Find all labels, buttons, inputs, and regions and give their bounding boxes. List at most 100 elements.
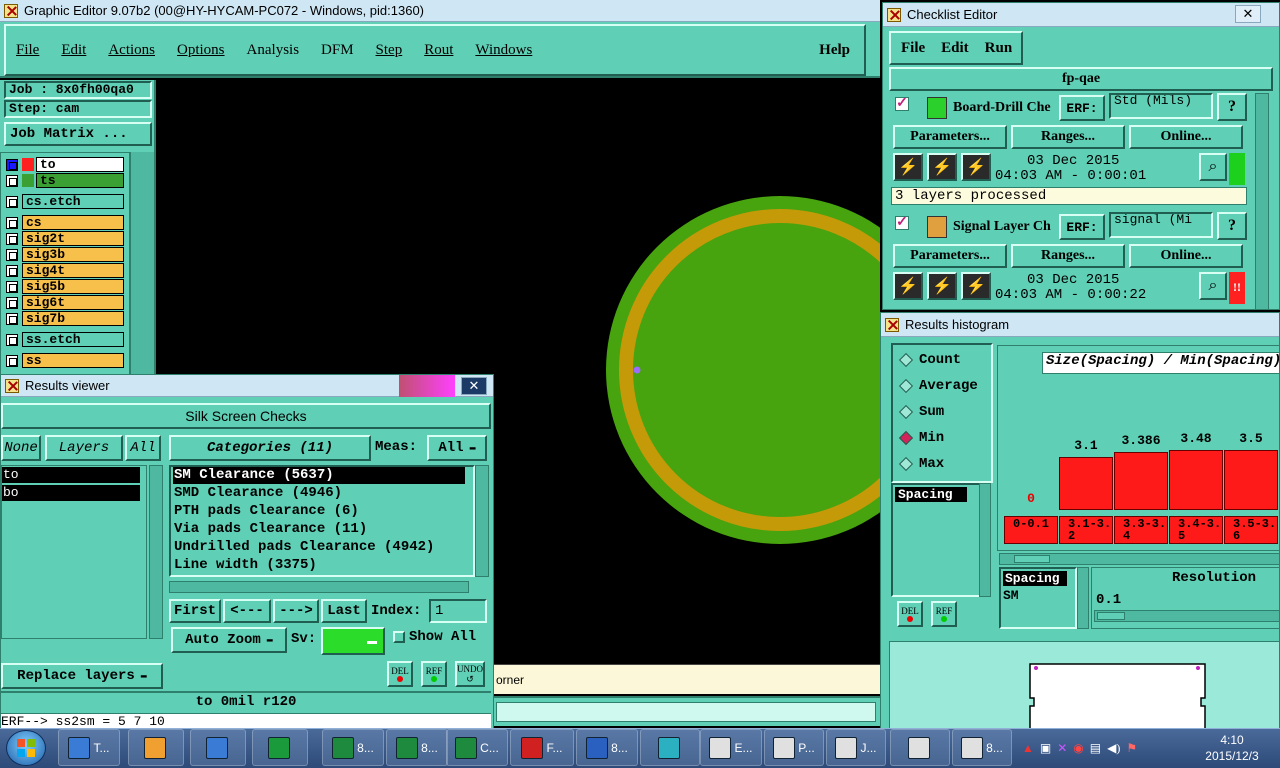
help-button[interactable]: ? xyxy=(1217,212,1247,240)
histogram-bar[interactable] xyxy=(1059,457,1113,510)
flag-icon[interactable]: ▲ xyxy=(1022,741,1034,756)
layer-row-cs.etch[interactable]: cs.etch xyxy=(6,194,124,209)
categories-button[interactable]: Categories (11) xyxy=(169,435,371,461)
layer-scroll[interactable] xyxy=(130,152,154,380)
ranges-button[interactable]: Ranges... xyxy=(1011,125,1125,149)
taskbar-button[interactable] xyxy=(252,729,308,766)
run-icon[interactable]: ⚡ xyxy=(893,153,923,181)
taskbar-button[interactable]: E... xyxy=(700,729,762,766)
app-tray-icon[interactable]: ◉ xyxy=(1073,741,1083,756)
checklist-menu-run[interactable]: Run xyxy=(985,40,1013,57)
resolution-slider[interactable] xyxy=(1094,610,1279,622)
layer-checkbox[interactable] xyxy=(6,280,18,293)
erf-value-field[interactable]: signal (Mi xyxy=(1109,212,1213,238)
category-item[interactable]: Via pads Clearance (11) xyxy=(173,521,465,538)
layer-checkbox[interactable] xyxy=(6,296,18,309)
menu-file[interactable]: File xyxy=(16,42,39,59)
category-item[interactable]: SM Clearance (5637) xyxy=(173,467,465,484)
rv-layer-to[interactable]: to xyxy=(2,467,140,483)
action-checkbox[interactable]: ✓ xyxy=(895,216,909,230)
stop-icon[interactable]: ⚡ xyxy=(961,272,991,300)
layer-row-sig5b[interactable]: sig5b xyxy=(6,279,124,294)
layer-checkbox[interactable] xyxy=(6,232,18,245)
results-viewer-titlebar[interactable]: Results viewer ✕ xyxy=(1,375,493,397)
hist-ref-button[interactable]: REF xyxy=(931,601,957,627)
monitor-icon[interactable]: ▤ xyxy=(1090,741,1101,756)
run-all-icon[interactable]: ⚡ xyxy=(927,272,957,300)
job-matrix-button[interactable]: Job Matrix ... xyxy=(4,122,152,146)
taskbar-button[interactable] xyxy=(890,729,950,766)
main-titlebar[interactable]: Graphic Editor 9.07b2 (00@HY-HYCAM-PC072… xyxy=(0,0,880,22)
magnify-icon[interactable]: ⌕ xyxy=(1199,153,1227,181)
menu-actions[interactable]: Actions xyxy=(108,42,155,59)
erf-value-field[interactable]: Std (Mils) xyxy=(1109,93,1213,119)
taskbar-button[interactable]: 8... xyxy=(576,729,638,766)
erf-button[interactable]: ERF: xyxy=(1059,95,1105,121)
menu-step[interactable]: Step xyxy=(376,42,403,59)
layer-row-sig4t[interactable]: sig4t xyxy=(6,263,124,278)
show-all-checkbox[interactable] xyxy=(393,631,405,643)
layer-checkbox[interactable] xyxy=(6,195,18,208)
layer-checkbox[interactable] xyxy=(6,248,18,261)
taskbar-button[interactable]: F... xyxy=(510,729,574,766)
parameters-button[interactable]: Parameters... xyxy=(893,244,1007,268)
network-icon[interactable]: ▣ xyxy=(1040,741,1051,756)
category-vscroll[interactable] xyxy=(475,465,489,577)
run-icon[interactable]: ⚡ xyxy=(893,272,923,300)
chart-hscroll[interactable] xyxy=(999,553,1279,565)
histogram-list-scroll[interactable] xyxy=(979,483,991,597)
taskbar-button[interactable]: P... xyxy=(764,729,824,766)
stop-icon[interactable]: ⚡ xyxy=(961,153,991,181)
layer-checkbox[interactable] xyxy=(6,333,18,346)
erf-button[interactable]: ERF: xyxy=(1059,214,1105,240)
taskbar-button[interactable]: J... xyxy=(826,729,886,766)
category-item[interactable]: SMD Clearance (4946) xyxy=(173,485,465,502)
category-item[interactable]: Line width (3375) xyxy=(173,557,465,574)
magnify-icon[interactable]: ⌕ xyxy=(1199,272,1227,300)
clock[interactable]: 4:10 2015/12/3 xyxy=(1192,732,1272,766)
layer-row-to[interactable]: to xyxy=(6,157,124,172)
layer-row-cs[interactable]: cs xyxy=(6,215,124,230)
mode-max-radio[interactable]: Max xyxy=(893,451,991,477)
all-button[interactable]: All xyxy=(125,435,161,461)
layer-row-sig3b[interactable]: sig3b xyxy=(6,247,124,262)
histogram-bar[interactable] xyxy=(1114,452,1168,510)
run-all-icon[interactable]: ⚡ xyxy=(927,153,957,181)
layer-row-sig6t[interactable]: sig6t xyxy=(6,295,124,310)
del-button[interactable]: DEL xyxy=(387,661,413,687)
online-button[interactable]: Online... xyxy=(1129,125,1243,149)
taskbar-button[interactable]: T... xyxy=(58,729,120,766)
menu-windows[interactable]: Windows xyxy=(475,42,532,59)
action-checkbox[interactable]: ✓ xyxy=(895,97,909,111)
mode-sum-radio[interactable]: Sum xyxy=(893,399,991,425)
last-button[interactable]: Last xyxy=(321,599,367,623)
index-input[interactable]: 1 xyxy=(429,599,487,623)
checklist-menu-file[interactable]: File xyxy=(901,40,925,57)
layer-checkbox[interactable] xyxy=(6,354,18,367)
undo-button[interactable]: UNDO ↺ xyxy=(455,661,485,687)
action-center-icon[interactable]: ⚑ xyxy=(1126,741,1137,756)
menu-analysis[interactable]: Analysis xyxy=(247,42,300,59)
category-hscroll[interactable] xyxy=(169,581,469,593)
menu-options[interactable]: Options xyxy=(177,42,225,59)
checklist-titlebar[interactable]: Checklist Editor ✕ xyxy=(883,3,1279,27)
taskbar-button[interactable] xyxy=(128,729,184,766)
layer-row-ss[interactable]: ss xyxy=(6,353,124,368)
layer-checkbox[interactable] xyxy=(6,174,18,187)
lower-list-sm[interactable]: SM xyxy=(1003,588,1075,603)
parameters-button[interactable]: Parameters... xyxy=(893,125,1007,149)
histogram-list-item[interactable]: Spacing xyxy=(895,487,967,502)
histogram-bar[interactable] xyxy=(1224,450,1278,510)
none-button[interactable]: None xyxy=(1,435,41,461)
prev-button[interactable]: <--- xyxy=(223,599,271,623)
help-button[interactable]: ? xyxy=(1217,93,1247,121)
checklist-menu-edit[interactable]: Edit xyxy=(941,40,969,57)
layers-button[interactable]: Layers xyxy=(45,435,123,461)
histogram-titlebar[interactable]: Results histogram xyxy=(881,313,1279,337)
tool-icon[interactable]: ✕ xyxy=(1057,741,1067,756)
ref-button[interactable]: REF xyxy=(421,661,447,687)
menu-help[interactable]: Help xyxy=(819,42,850,59)
mode-min-radio[interactable]: Min xyxy=(893,425,991,451)
lower-list-scroll[interactable] xyxy=(1077,567,1089,629)
rv-layer-bo[interactable]: bo xyxy=(2,485,140,501)
